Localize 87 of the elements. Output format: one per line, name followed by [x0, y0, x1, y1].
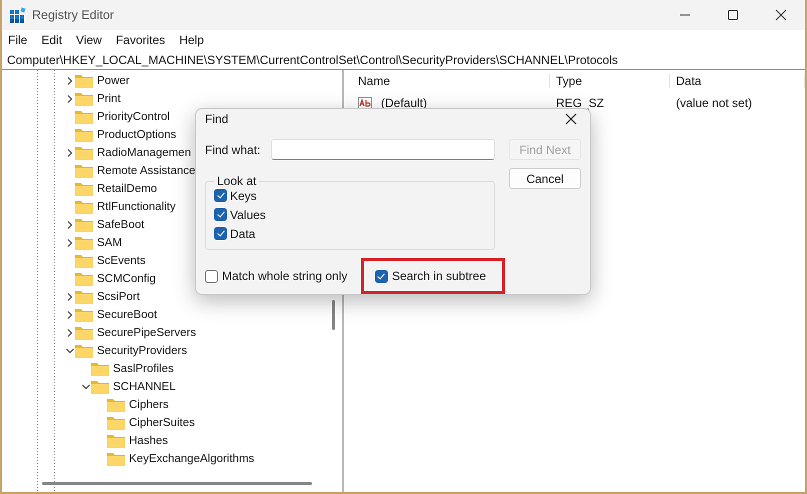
- menu-item[interactable]: Help: [179, 33, 204, 47]
- chevron-icon[interactable]: [65, 238, 75, 248]
- folder-icon: [75, 146, 93, 160]
- dialog-button[interactable]: Cancel: [509, 168, 581, 189]
- column-header[interactable]: Name: [352, 74, 550, 88]
- folder-icon: [75, 200, 93, 214]
- dialog-title: Find: [205, 112, 228, 126]
- chevron-icon[interactable]: [65, 292, 75, 302]
- checkbox-label: Match whole string only: [222, 269, 348, 283]
- tree-item[interactable]: Power: [97, 75, 130, 87]
- chevron-icon[interactable]: [65, 148, 75, 158]
- folder-icon: [107, 416, 125, 430]
- column-header[interactable]: Type: [550, 74, 670, 88]
- tree-item[interactable]: ProductOptions: [97, 129, 176, 141]
- folder-icon: [75, 254, 93, 268]
- folder-icon: [75, 164, 93, 178]
- folder-icon: [75, 236, 93, 250]
- tree-item[interactable]: Remote Assistance: [97, 165, 196, 177]
- tree-item[interactable]: SafeBoot: [97, 219, 144, 231]
- group-label: Look at: [216, 174, 258, 188]
- folder-icon: [107, 398, 125, 412]
- column-header[interactable]: Data: [670, 74, 805, 88]
- checkbox[interactable]: [205, 270, 218, 282]
- tree-item[interactable]: Print: [97, 93, 121, 105]
- chevron-icon[interactable]: [65, 94, 75, 104]
- checkbox-label: Values: [230, 208, 266, 222]
- field-label: Find what:: [205, 142, 262, 156]
- folder-icon: [75, 326, 93, 340]
- chevron-icon[interactable]: [81, 382, 91, 392]
- tree-item[interactable]: ScEvents: [97, 255, 146, 267]
- checkbox[interactable]: [214, 208, 227, 221]
- tree-item[interactable]: SecurePipeServers: [97, 327, 196, 339]
- folder-icon: [107, 434, 125, 448]
- chevron-icon[interactable]: [65, 310, 75, 320]
- tree-item[interactable]: SecurityProviders: [97, 345, 188, 357]
- folder-icon: [75, 92, 93, 106]
- menu-item[interactable]: Favorites: [116, 33, 166, 47]
- folder-icon: [91, 362, 109, 376]
- find-what-field[interactable]: [271, 139, 495, 160]
- folder-icon: [75, 74, 93, 88]
- checkbox-label: Data: [230, 226, 256, 240]
- folder-icon: [75, 344, 93, 358]
- chevron-icon[interactable]: [65, 328, 75, 338]
- tree-item[interactable]: Hashes: [129, 435, 168, 447]
- chevron-icon[interactable]: [65, 76, 75, 86]
- checkbox-label: Search in subtree: [392, 269, 486, 283]
- chevron-icon[interactable]: [65, 346, 75, 356]
- folder-icon: [75, 308, 93, 322]
- tree-item[interactable]: RetailDemo: [97, 183, 158, 195]
- folder-icon: [75, 290, 93, 304]
- tree-item[interactable]: KeyExchangeAlgorithms: [129, 453, 254, 465]
- folder-icon: [75, 218, 93, 232]
- tree-item[interactable]: CipherSuites: [129, 417, 195, 429]
- checkbox[interactable]: [374, 270, 388, 282]
- chevron-icon[interactable]: [65, 220, 75, 230]
- checkbox-label: Keys: [230, 188, 257, 202]
- tree-item[interactable]: Ciphers: [129, 399, 169, 411]
- value-data: (value not set): [675, 96, 754, 110]
- value-type: REG_SZ: [555, 96, 606, 110]
- tree-item[interactable]: ScsiPort: [97, 291, 140, 303]
- tree-item[interactable]: SCHANNEL: [113, 381, 176, 393]
- app-icon: [10, 7, 26, 23]
- tree-item[interactable]: RadioManagemen: [97, 147, 191, 159]
- maximize-icon[interactable]: [726, 9, 740, 21]
- checkbox[interactable]: [214, 189, 227, 202]
- folder-icon: [75, 110, 93, 124]
- tree-item[interactable]: SaslProfiles: [113, 363, 174, 375]
- folder-icon: [75, 128, 93, 142]
- menu-item[interactable]: View: [76, 33, 102, 47]
- tree-item[interactable]: RtlFunctionality: [97, 201, 176, 213]
- value-name[interactable]: (Default): [375, 96, 428, 110]
- tree-item[interactable]: SAM: [97, 237, 122, 249]
- tree-item[interactable]: SecureBoot: [97, 309, 158, 321]
- menu-item[interactable]: File: [8, 33, 28, 47]
- scrollbar-thumb[interactable]: [42, 482, 312, 485]
- tree-item[interactable]: PriorityControl: [97, 111, 170, 123]
- menu-item[interactable]: Edit: [41, 33, 62, 47]
- scrollbar-thumb[interactable]: [332, 300, 335, 330]
- close-icon[interactable]: [774, 9, 788, 21]
- checkbox[interactable]: [214, 227, 227, 240]
- folder-icon: [107, 452, 125, 466]
- window-title: Registry Editor: [32, 8, 114, 22]
- folder-icon: [91, 380, 109, 394]
- address-bar[interactable]: Computer\HKEY_LOCAL_MACHINE\SYSTEM\CurrentControlSet\Control\SecurityProviders\SCHANNEL\Protocols: [7, 52, 618, 66]
- folder-icon: [75, 272, 93, 286]
- folder-icon: [75, 182, 93, 196]
- tree-item[interactable]: SCMConfig: [97, 273, 156, 285]
